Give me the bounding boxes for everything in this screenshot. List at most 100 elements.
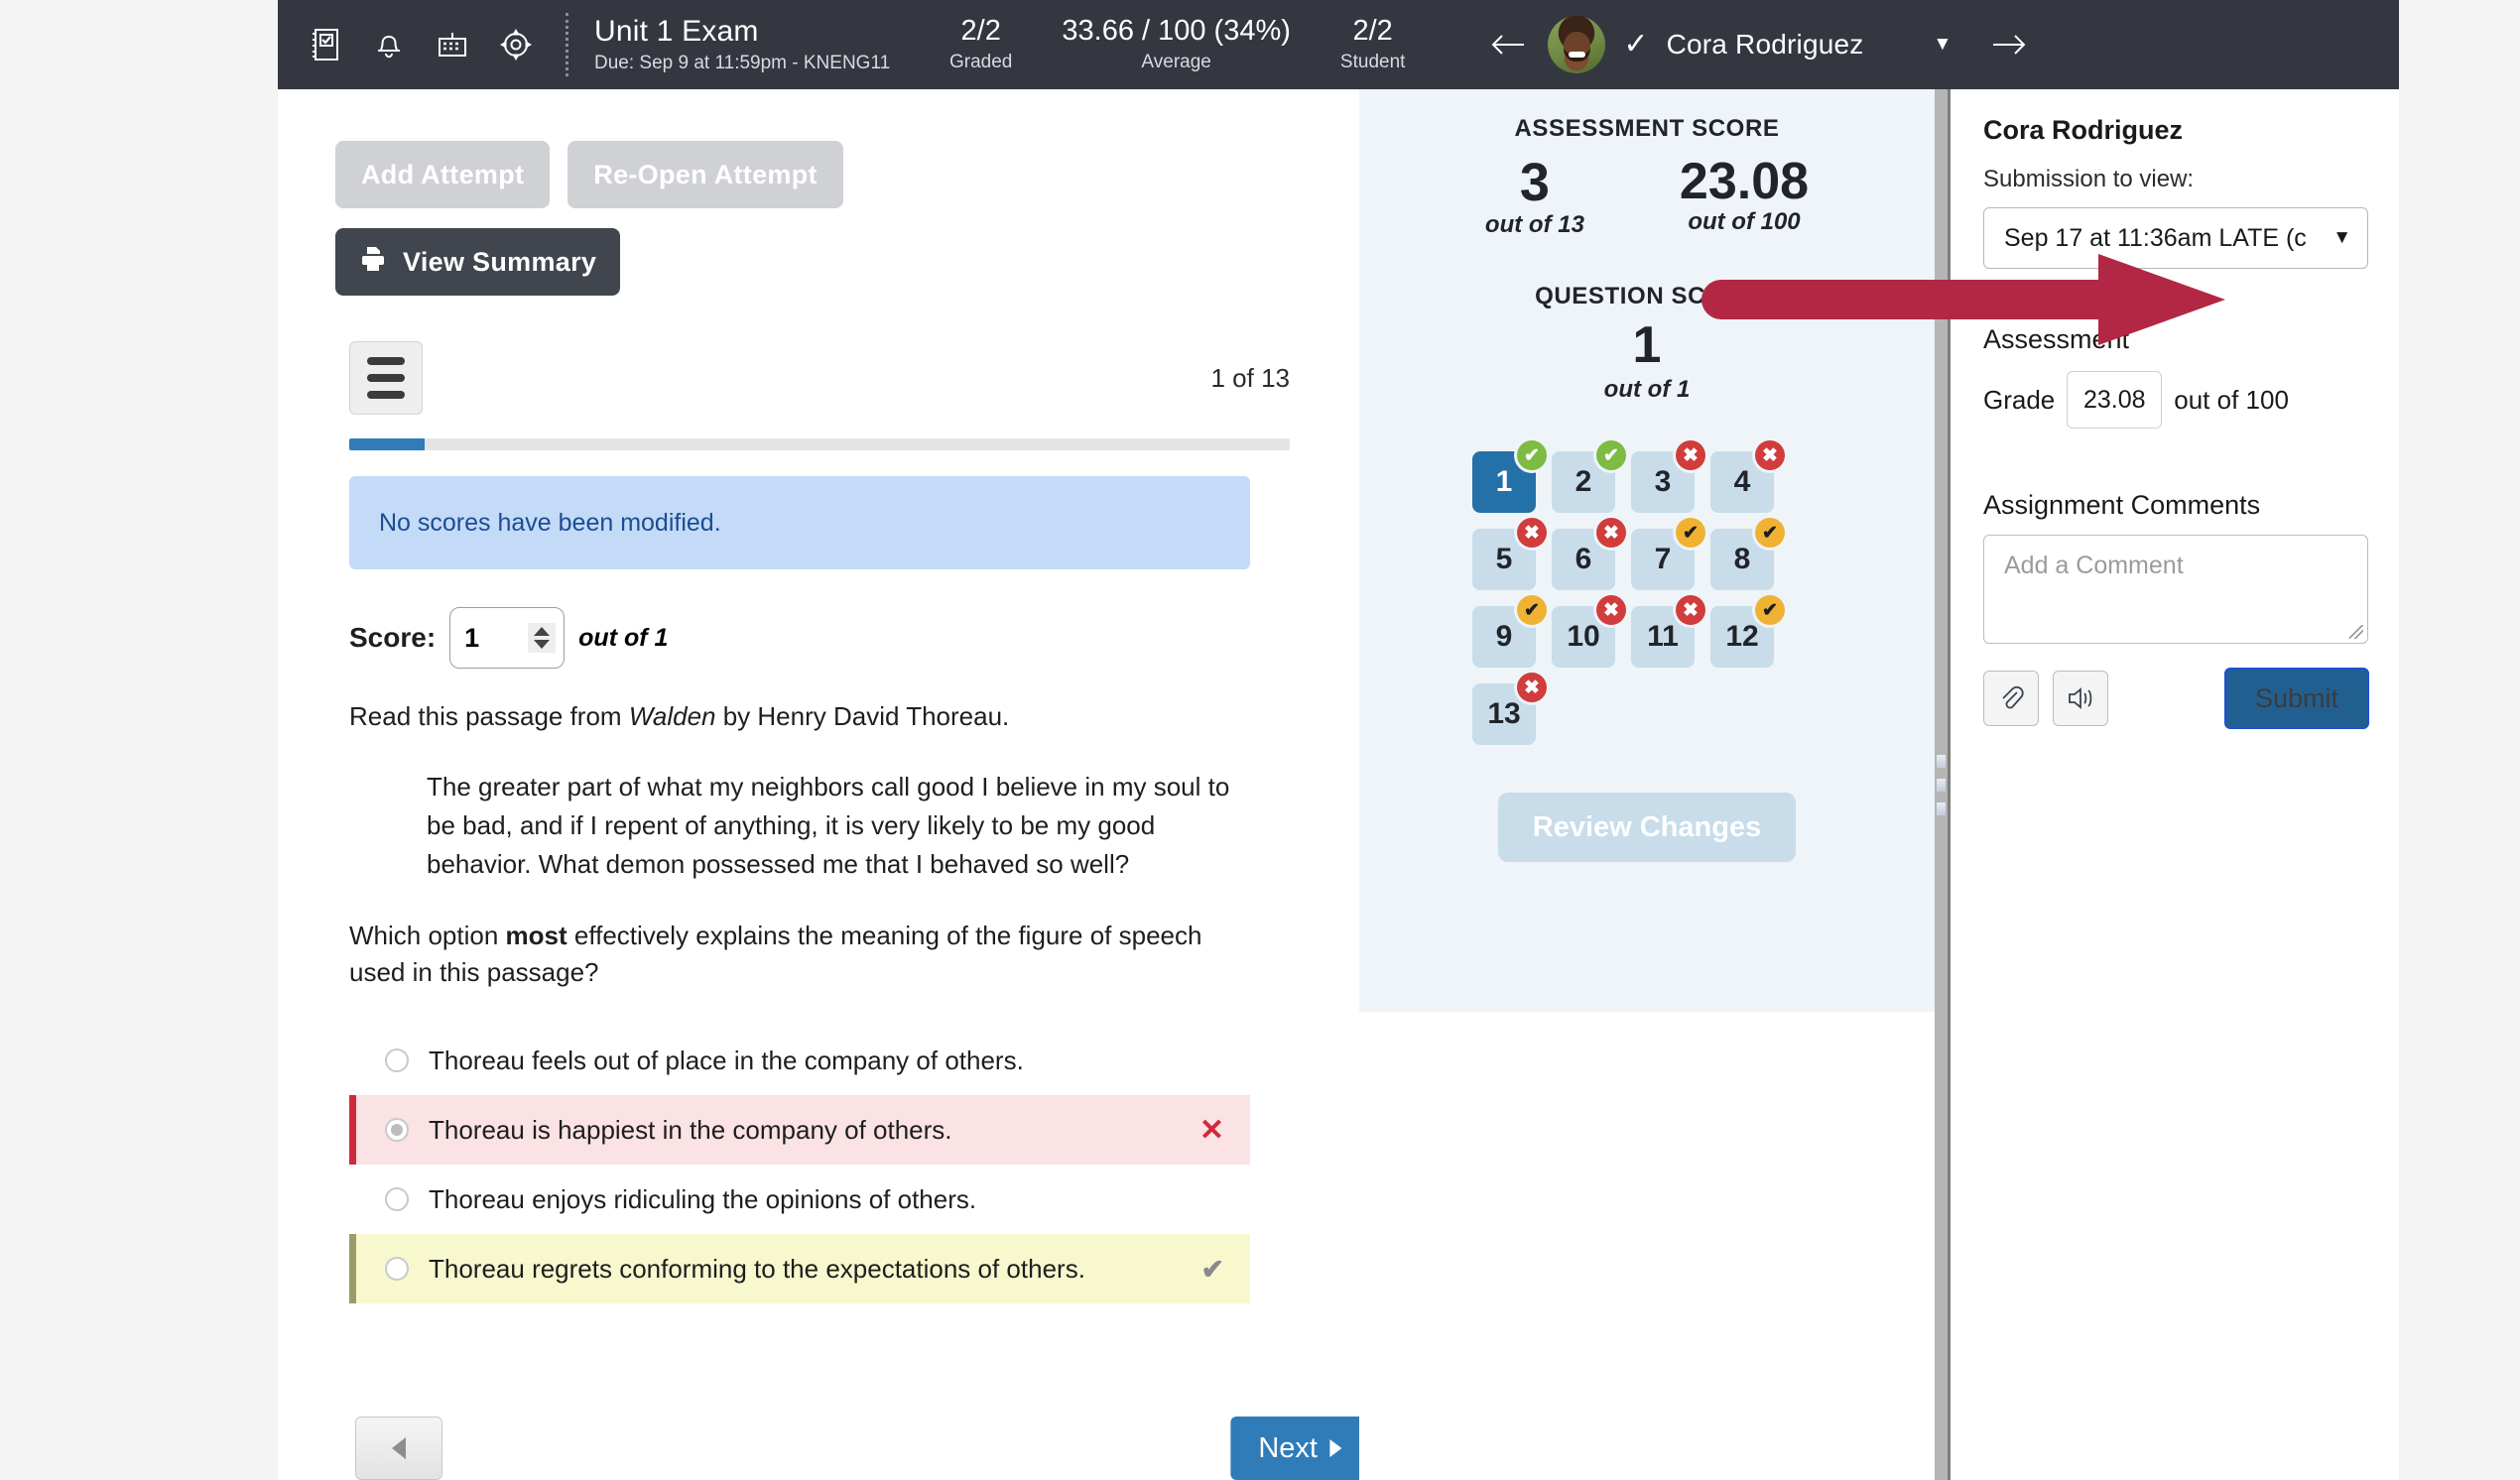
top-bar-divider: [566, 13, 568, 76]
stat-student: 2/2 Student: [1319, 14, 1428, 74]
comment-input[interactable]: Add a Comment: [1983, 535, 2368, 644]
grip-dot: [1937, 754, 1946, 768]
arrow-right-icon[interactable]: [1987, 23, 2031, 66]
submission-select-value: Sep 17 at 11:36am LATE (c: [2004, 223, 2307, 252]
score-modified-alert: No scores have been modified.: [349, 476, 1250, 569]
score-out-of: out of 1: [578, 623, 669, 652]
question-grid-number: 12: [1725, 620, 1759, 654]
assessment-score-values: 3 out of 13 23.08 out of 100: [1359, 151, 1935, 239]
assignment-due-info: Due: Sep 9 at 11:59pm - KNENG11: [594, 52, 891, 73]
gradebook-icon[interactable]: [306, 25, 345, 64]
question-grid-button[interactable]: 12 ✔: [1710, 595, 1785, 669]
score-summary-panel: ASSESSMENT SCORE 3 out of 13 23.08 out o…: [1359, 89, 1935, 1012]
question-grid-button[interactable]: 8 ✔: [1710, 518, 1785, 591]
grip-dot: [1937, 778, 1946, 792]
panel-resize-handle[interactable]: [1935, 89, 1951, 1480]
question-grid-number: 2: [1575, 465, 1592, 499]
answer-option[interactable]: Thoreau enjoys ridiculing the opinions o…: [349, 1165, 1250, 1234]
answer-option[interactable]: Thoreau feels out of place in the compan…: [349, 1026, 1250, 1095]
submission-label: Submission to view:: [1983, 166, 2195, 192]
question-grid-button[interactable]: 9 ✔: [1472, 595, 1547, 669]
question-grid-button[interactable]: 3 ✖: [1631, 440, 1705, 514]
score-input[interactable]: 1: [449, 607, 566, 669]
incorrect-mark-icon: ✕: [1198, 1113, 1224, 1147]
submission-select[interactable]: Sep 17 at 11:36am LATE (c ▼: [1983, 207, 2368, 269]
question-grid-button[interactable]: 6 ✖: [1552, 518, 1626, 591]
question-score-value: 1: [1632, 315, 1662, 374]
submit-button[interactable]: Submit: [2224, 668, 2369, 729]
calendar-icon[interactable]: [433, 25, 472, 64]
question-grid-button[interactable]: 13 ✖: [1472, 673, 1547, 746]
paperclip-icon[interactable]: [1983, 671, 2039, 726]
assessment-score-title: ASSESSMENT SCORE: [1514, 115, 1780, 142]
answer-option-radio[interactable]: [385, 1118, 409, 1143]
question-counter: 1 of 13: [1210, 363, 1290, 393]
chevron-down-icon: ▼: [2332, 227, 2351, 248]
answer-option[interactable]: Thoreau regrets conforming to the expect…: [349, 1234, 1250, 1304]
question-nav-bar: 1 of 13: [349, 341, 1290, 417]
incorrect-badge-icon: ✖: [1517, 518, 1547, 549]
answer-option-label: Thoreau is happiest in the company of ot…: [429, 1114, 952, 1145]
stat-student-value: 2/2: [1352, 14, 1393, 47]
answer-option-label: Thoreau feels out of place in the compan…: [429, 1045, 1024, 1075]
gear-icon[interactable]: [496, 25, 536, 64]
reopen-attempt-button[interactable]: Re-Open Attempt: [567, 141, 843, 208]
answer-options: Thoreau feels out of place in the compan…: [349, 1026, 1250, 1304]
partial-credit-badge-icon: ✔: [1755, 518, 1785, 549]
question-grid-button[interactable]: 2 ✔: [1552, 440, 1626, 514]
previous-question-button[interactable]: [355, 1417, 442, 1480]
score-input-value: 1: [464, 622, 480, 653]
sidebar-student-name: Cora Rodriguez: [1983, 115, 2184, 145]
arrow-left-icon[interactable]: [1486, 23, 1530, 66]
next-question-label: Next: [1258, 1431, 1318, 1464]
incorrect-badge-icon: ✖: [1676, 440, 1705, 471]
question-grid-button[interactable]: 7 ✔: [1631, 518, 1705, 591]
question-grid-button[interactable]: 5 ✖: [1472, 518, 1547, 591]
grade-input[interactable]: 23.08: [2067, 371, 2163, 429]
score-label: Score:: [349, 622, 437, 653]
question-score-values: 1 out of 1: [1359, 314, 1935, 404]
correct-mark-icon: ✔: [1200, 1253, 1224, 1285]
review-changes-button[interactable]: Review Changes: [1498, 793, 1796, 863]
answer-option-radio[interactable]: [385, 1257, 409, 1282]
passage-source-title: Walden: [628, 701, 716, 731]
question-list-menu-icon[interactable]: [349, 341, 423, 415]
top-bar: Unit 1 Exam Due: Sep 9 at 11:59pm - KNEN…: [278, 0, 2399, 89]
question-grid-button[interactable]: 11 ✖: [1631, 595, 1705, 669]
question-panel: Add Attempt Re-Open Attempt View Summary: [278, 89, 1359, 1480]
view-summary-button[interactable]: View Summary: [335, 228, 621, 296]
partial-credit-badge-icon: ✔: [1755, 595, 1785, 626]
answer-option[interactable]: Thoreau is happiest in the company of ot…: [349, 1095, 1250, 1166]
question-grid-button[interactable]: 10 ✖: [1552, 595, 1626, 669]
add-attempt-button[interactable]: Add Attempt: [335, 141, 551, 208]
assessment-heading: Assessment: [1983, 324, 2130, 354]
student-name[interactable]: Cora Rodriguez: [1667, 29, 1864, 61]
assessment-points-out-of: out of 13: [1484, 210, 1584, 238]
question-prompt: Which option most effectively explains t…: [349, 918, 1222, 992]
question-progress-fill: [349, 438, 425, 450]
stat-graded-value: 2/2: [960, 14, 1001, 47]
caret-right-icon: [1329, 1439, 1341, 1457]
passage-intro-after: by Henry David Thoreau.: [715, 701, 1010, 731]
score-stepper[interactable]: [528, 623, 557, 653]
speaker-icon[interactable]: [2053, 671, 2108, 726]
question-grid-number: 11: [1647, 620, 1679, 654]
next-question-button[interactable]: Next: [1230, 1417, 1359, 1480]
question-grid-button[interactable]: 1 ✔: [1472, 440, 1547, 514]
chevron-down-icon[interactable]: ▼: [1933, 34, 1952, 56]
stat-average-value: 33.66 / 100 (34%): [1062, 14, 1291, 47]
assessment-points: 3 out of 13: [1485, 151, 1584, 239]
passage-intro-before: Read this passage from: [349, 701, 629, 731]
bell-icon[interactable]: [369, 25, 409, 64]
grade-out-of: out of 100: [2174, 384, 2289, 415]
answer-option-radio[interactable]: [385, 1187, 409, 1212]
question-grid-button[interactable]: 4 ✖: [1710, 440, 1785, 514]
stat-graded-label: Graded: [949, 52, 1013, 73]
question-grid-number: 9: [1495, 620, 1513, 654]
question-grid-number: 13: [1487, 697, 1521, 731]
comment-actions: Submit: [1983, 668, 2369, 729]
question-pagination: Next: [278, 1399, 1359, 1480]
correct-badge-icon: ✔: [1517, 440, 1547, 471]
answer-option-radio[interactable]: [385, 1048, 409, 1073]
question-grid-number: 7: [1654, 543, 1672, 576]
